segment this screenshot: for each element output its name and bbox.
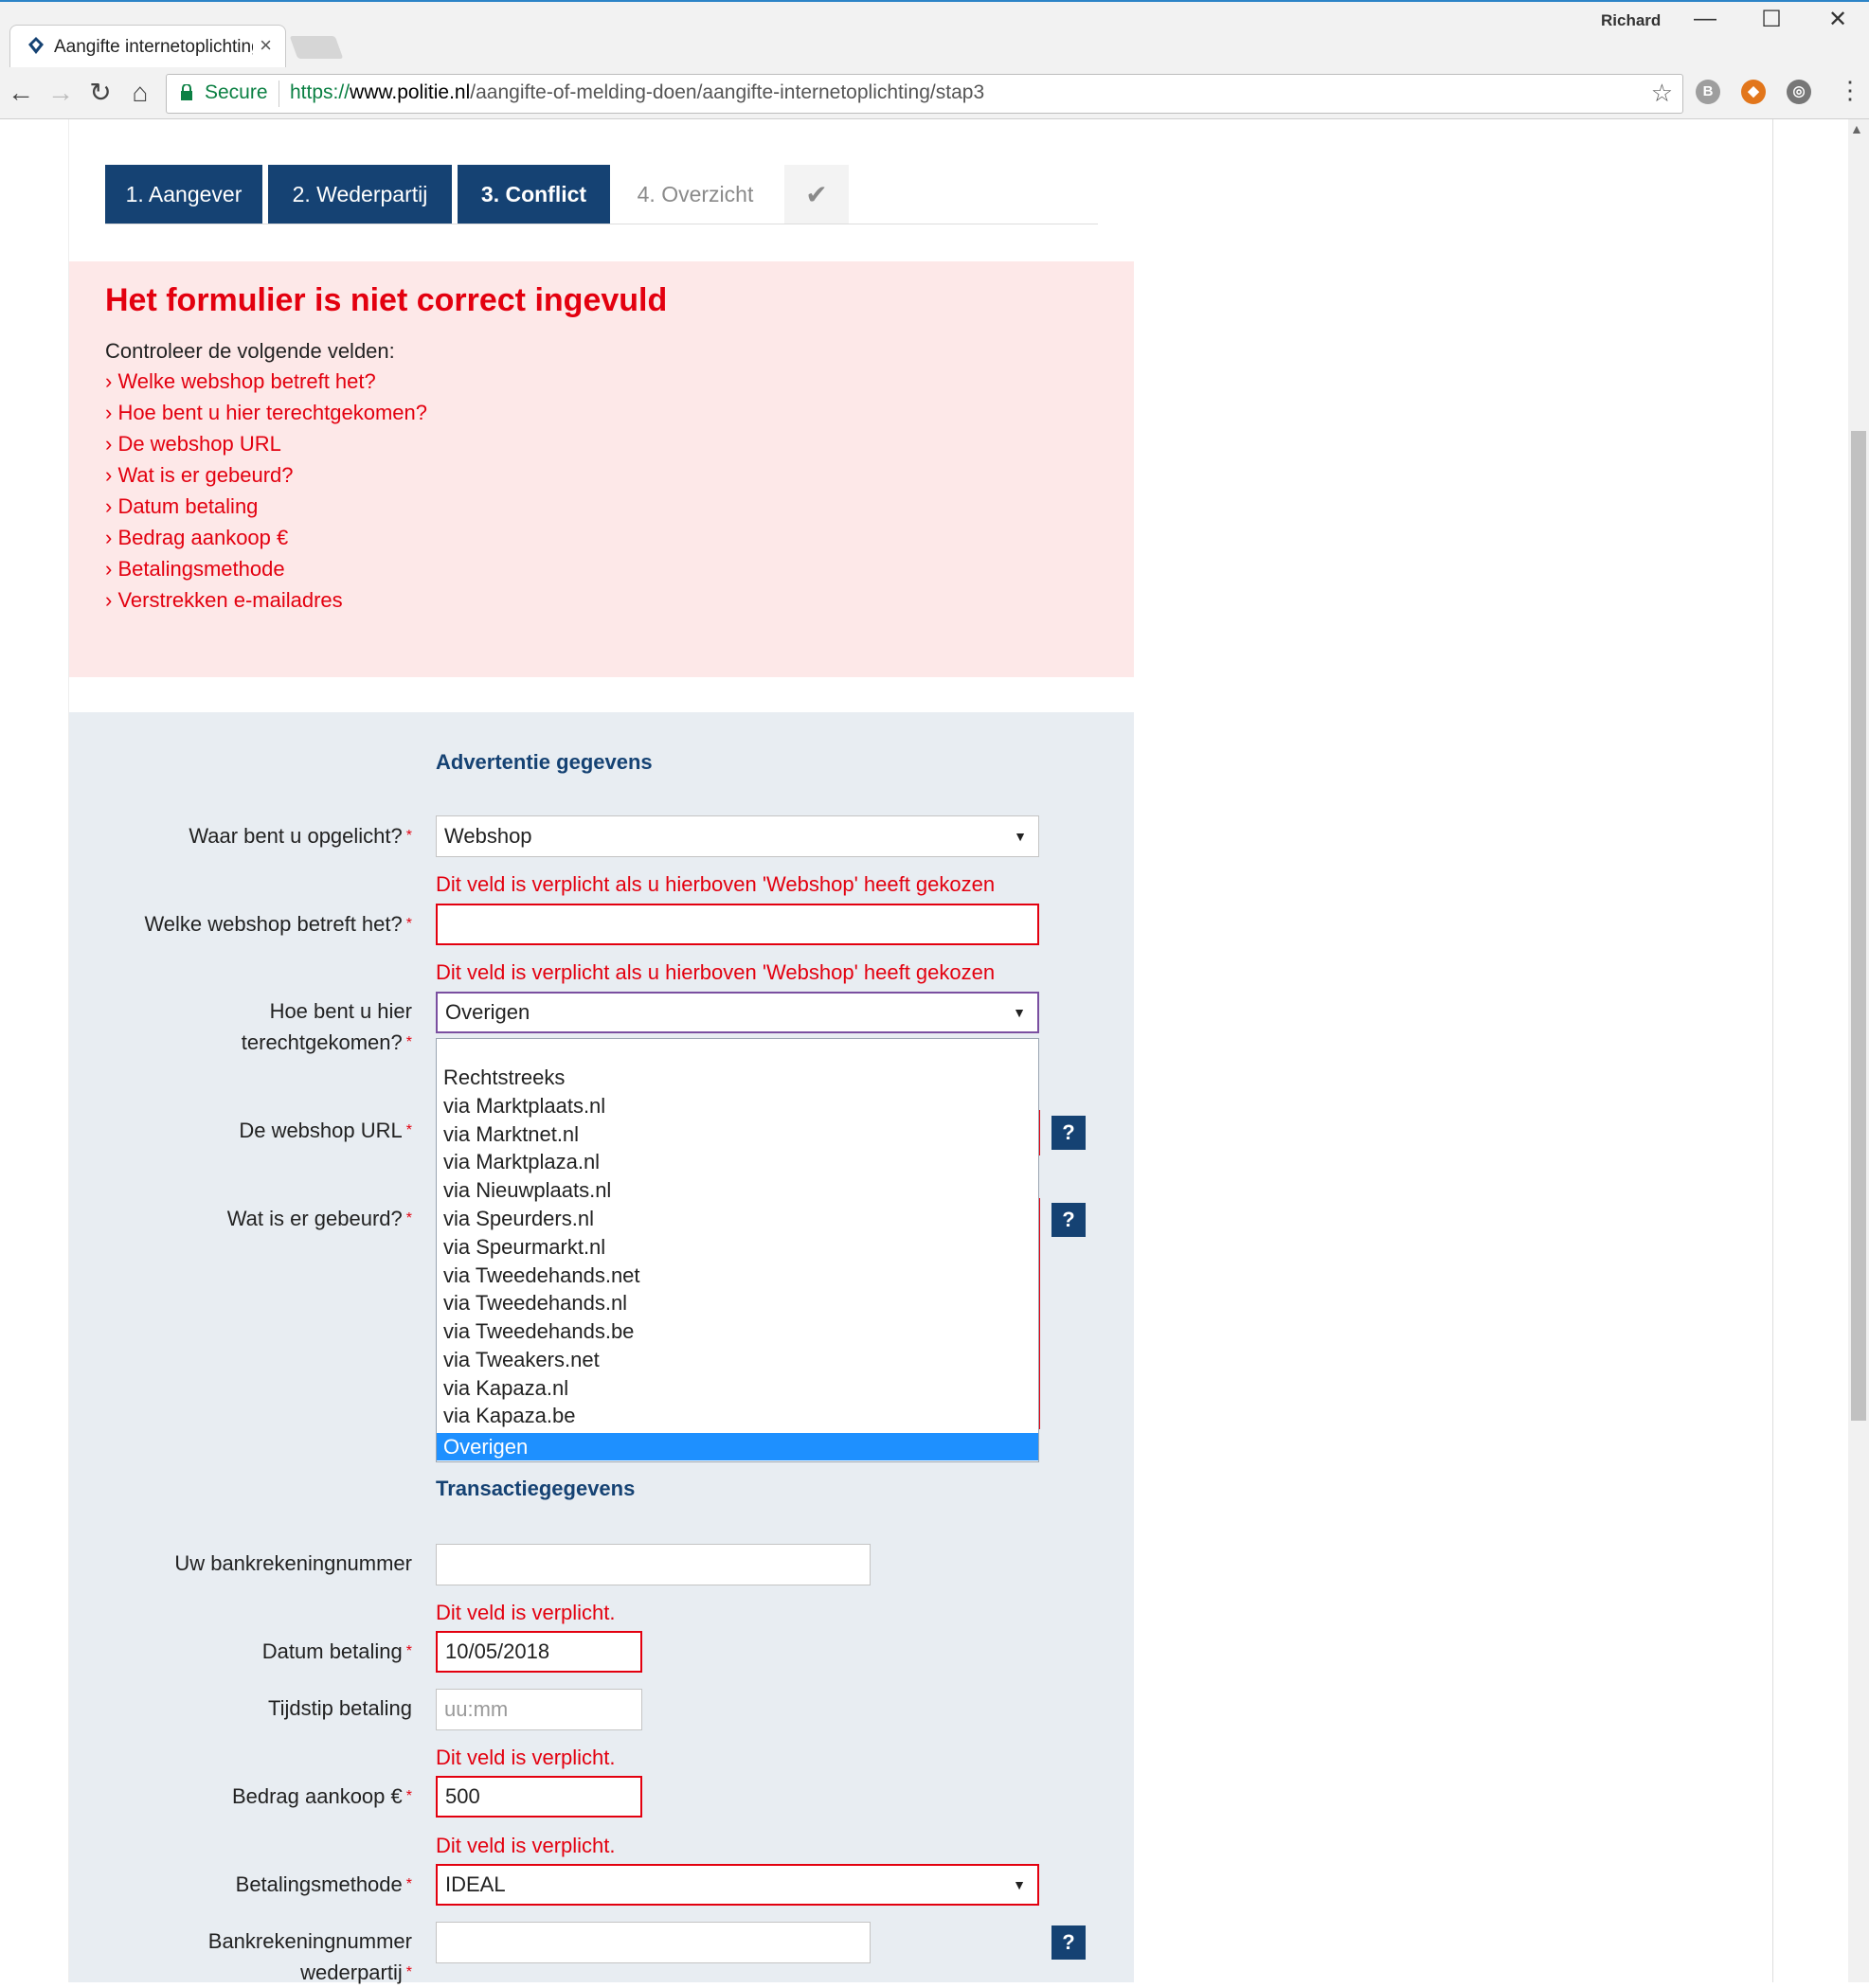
dropdown-option-selected[interactable]: Overigen (437, 1433, 1038, 1460)
dropdown-option[interactable]: via Marktplaza.nl (443, 1148, 600, 1175)
reload-icon[interactable]: ↻ (83, 76, 117, 110)
bedrag-label: Bedrag aankoop € * (231, 1784, 412, 1808)
step-wederpartij[interactable]: 2. Wederpartij (268, 165, 452, 224)
datum-error: Dit veld is verplicht. (436, 1601, 616, 1624)
dropdown-option[interactable]: via Tweakers.net (443, 1346, 600, 1373)
browser-menu-icon[interactable]: ⋮ (1838, 76, 1862, 105)
section-advertentie-heading: Advertentie gegevens (436, 750, 653, 774)
bank-label: Uw bankrekeningnummer (174, 1551, 412, 1575)
metamask-extension-icon[interactable]: ◆ (1741, 80, 1766, 104)
lock-icon (181, 84, 192, 100)
browser-chrome: Aangifte internetoplichting × Richard — … (0, 0, 1869, 119)
tijd-label: Tijdstip betaling (267, 1696, 412, 1720)
webshop-input[interactable] (436, 904, 1039, 945)
tab-close-icon[interactable]: × (260, 33, 272, 58)
hoe-label: Hoe bent u hier terechtgekomen? * (241, 999, 412, 1054)
step-aangever[interactable]: 1. Aangever (105, 165, 262, 224)
webshop-label: Welke webshop betreft het? * (144, 912, 412, 936)
dropdown-option[interactable]: via Tweedehands.net (443, 1262, 640, 1289)
bedrag-error: Dit veld is verplicht. (436, 1746, 616, 1769)
chevron-down-icon: ▼ (1013, 1877, 1026, 1892)
dropdown-option[interactable]: via Kapaza.be (443, 1402, 575, 1429)
politie-favicon-icon (28, 37, 44, 54)
bedrag-input[interactable]: 500 (436, 1776, 642, 1818)
url-text[interactable]: https://www.politie.nl/aangifte-of-meldi… (290, 81, 984, 104)
new-tab-button[interactable] (289, 36, 344, 59)
error-link-bedrag[interactable]: › Bedrag aankoop € (105, 526, 288, 550)
step-overzicht: 4. Overzicht (611, 165, 780, 224)
scrollbar-thumb[interactable] (1851, 431, 1866, 1421)
maximize-button[interactable]: ☐ (1752, 6, 1790, 33)
gebeurd-help-button[interactable]: ? (1051, 1203, 1086, 1237)
error-link-datum[interactable]: › Datum betaling (105, 494, 258, 519)
browser-tab[interactable]: Aangifte internetoplichting × (9, 25, 286, 67)
error-link-hoe[interactable]: › Hoe bent u hier terechtgekomen? (105, 401, 427, 425)
dropdown-option[interactable]: Rechtstreeks (443, 1064, 565, 1091)
dropdown-option[interactable]: via Kapaza.nl (443, 1374, 568, 1402)
waar-label: Waar bent u opgelicht? * (189, 824, 412, 848)
dropdown-option[interactable]: via Speurders.nl (443, 1205, 594, 1232)
home-icon[interactable]: ⌂ (123, 76, 157, 110)
hoe-select[interactable]: Overigen ▼ (436, 992, 1039, 1033)
error-summary-intro: Controleer de volgende velden: (105, 339, 395, 363)
section-transactie-heading: Transactiegegevens (436, 1477, 636, 1500)
tijd-input[interactable]: uu:mm (436, 1689, 642, 1730)
profile-user[interactable]: Richard (1601, 11, 1661, 30)
back-icon[interactable]: ← (4, 76, 38, 110)
dropdown-option[interactable]: via Speurmarkt.nl (443, 1233, 605, 1261)
secure-label: Secure (205, 81, 268, 103)
methode-error: Dit veld is verplicht. (436, 1834, 616, 1857)
extension-b-icon[interactable]: B (1696, 80, 1720, 104)
dropdown-option[interactable]: via Marktnet.nl (443, 1120, 579, 1148)
dropdown-option[interactable]: via Nieuwplaats.nl (443, 1176, 611, 1204)
scroll-up-icon[interactable]: ▲ (1850, 121, 1863, 136)
close-window-button[interactable]: ✕ (1819, 6, 1857, 33)
checkmark-icon: ✔ (784, 165, 849, 224)
bank-input[interactable] (436, 1544, 871, 1585)
error-link-email[interactable]: › Verstrekken e-mailadres (105, 588, 343, 613)
chevron-down-icon: ▼ (1014, 829, 1027, 844)
step-conflict[interactable]: 3. Conflict (458, 165, 610, 224)
window-top-line (0, 0, 1869, 2)
gebeurd-label: Wat is er gebeurd? * (226, 1207, 412, 1230)
error-summary-title: Het formulier is niet correct ingevuld (105, 282, 668, 318)
wederpartij-bank-input[interactable] (436, 1922, 871, 1963)
chevron-down-icon: ▼ (1013, 1005, 1026, 1020)
hoe-dropdown-list[interactable]: Rechtstreeks via Marktplaats.nl via Mark… (436, 1038, 1039, 1462)
dropdown-option[interactable]: via Marktplaats.nl (443, 1092, 605, 1119)
dropdown-option[interactable]: via Tweedehands.be (443, 1317, 634, 1345)
wederpartij-bank-label: Bankrekeningnummer wederpartij * (207, 1929, 412, 1984)
error-link-methode[interactable]: › Betalingsmethode (105, 557, 285, 582)
dropdown-option[interactable]: via Tweedehands.nl (443, 1289, 627, 1316)
tab-title: Aangifte internetoplichting (54, 37, 253, 57)
error-link-webshop[interactable]: › Welke webshop betreft het? (105, 369, 376, 394)
page-right-border (1772, 119, 1773, 1982)
waar-select[interactable]: Webshop ▼ (436, 815, 1039, 857)
error-link-gebeurd[interactable]: › Wat is er gebeurd? (105, 463, 294, 488)
hoe-error: Dit veld is verplicht als u hierboven 'W… (436, 960, 996, 984)
extension-icon[interactable]: ◎ (1787, 80, 1811, 104)
methode-label: Betalingsmethode * (235, 1872, 412, 1896)
forward-icon[interactable]: → (44, 76, 78, 110)
webshop-error: Dit veld is verplicht als u hierboven 'W… (436, 872, 996, 896)
url-label: De webshop URL * (239, 1119, 412, 1142)
datum-label: Datum betaling * (261, 1639, 412, 1663)
bookmark-star-icon[interactable]: ☆ (1651, 79, 1673, 108)
url-help-button[interactable]: ? (1051, 1116, 1086, 1150)
methode-select[interactable]: IDEAL ▼ (436, 1864, 1039, 1906)
address-bar[interactable]: Secure https://www.politie.nl/aangifte-o… (166, 74, 1683, 114)
wederpartij-help-button[interactable]: ? (1051, 1925, 1086, 1960)
datum-input[interactable]: 10/05/2018 (436, 1631, 642, 1673)
error-link-url[interactable]: › De webshop URL (105, 432, 281, 457)
minimize-button[interactable]: — (1686, 6, 1724, 32)
